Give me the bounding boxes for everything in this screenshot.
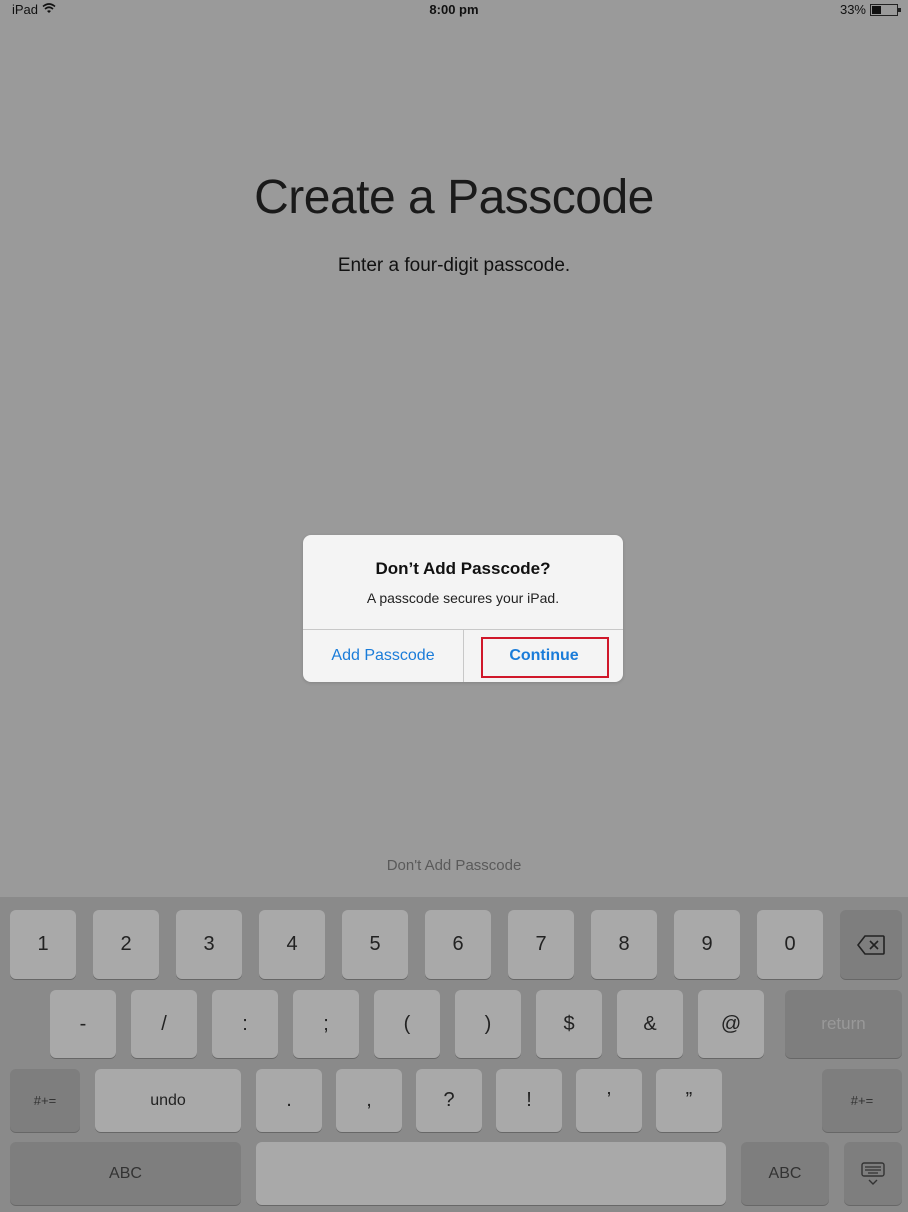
key-6[interactable]: 6 [425,910,491,979]
key-hyphen[interactable]: - [50,990,116,1058]
keyboard-dismiss-icon [860,1161,886,1186]
numeric-keyboard: 1 2 3 4 5 6 7 8 9 0 - / : ; ( ) $ & @ re… [0,897,908,1212]
dont-add-passcode-link[interactable]: Don't Add Passcode [0,857,908,874]
key-period[interactable]: . [256,1069,322,1132]
alert-title: Don’t Add Passcode? [375,559,551,578]
key-apostrophe[interactable]: ’ [576,1069,642,1132]
key-8[interactable]: 8 [591,910,657,979]
key-colon[interactable]: : [212,990,278,1058]
key-7[interactable]: 7 [508,910,574,979]
status-time: 8:00 pm [429,2,479,17]
key-2[interactable]: 2 [93,910,159,979]
alert-dialog: Don’t Add Passcode? A passcode secures y… [303,535,623,682]
symbols-key-left[interactable]: #+= [10,1069,80,1132]
status-right: 33% [839,2,901,17]
alert-message: A passcode secures your iPad. [366,590,560,606]
key-3[interactable]: 3 [176,910,242,979]
key-0[interactable]: 0 [757,910,823,979]
keyboard-dismiss-key[interactable] [844,1142,902,1205]
continue-button[interactable]: Continue [464,630,623,682]
key-5[interactable]: 5 [342,910,408,979]
battery-percent: 33% [839,2,866,17]
key-4[interactable]: 4 [259,910,325,979]
key-ampersand[interactable]: & [617,990,683,1058]
key-comma[interactable]: , [336,1069,402,1132]
key-at[interactable]: @ [698,990,764,1058]
key-quote[interactable]: ” [656,1069,722,1132]
return-key[interactable]: return [785,990,902,1058]
symbols-key-right[interactable]: #+= [822,1069,902,1132]
page-subtitle: Enter a four-digit passcode. [337,255,571,276]
abc-key-left[interactable]: ABC [10,1142,241,1205]
battery-icon [870,3,901,16]
status-bar: iPad 8:00 pm 33% [0,0,908,22]
key-question[interactable]: ? [416,1069,482,1132]
key-exclamation[interactable]: ! [496,1069,562,1132]
backspace-icon [857,934,885,955]
key-slash[interactable]: / [131,990,197,1058]
key-9[interactable]: 9 [674,910,740,979]
add-passcode-button[interactable]: Add Passcode [303,630,463,682]
key-semicolon[interactable]: ; [293,990,359,1058]
key-close-paren[interactable]: ) [455,990,521,1058]
key-dollar[interactable]: $ [536,990,602,1058]
undo-key[interactable]: undo [95,1069,241,1132]
battery-fill [872,5,881,14]
abc-key-right[interactable]: ABC [741,1142,829,1205]
key-1[interactable]: 1 [10,910,76,979]
key-open-paren[interactable]: ( [374,990,440,1058]
space-key[interactable] [256,1142,726,1205]
backspace-key[interactable] [840,910,902,979]
page-title: Create a Passcode [254,171,654,224]
